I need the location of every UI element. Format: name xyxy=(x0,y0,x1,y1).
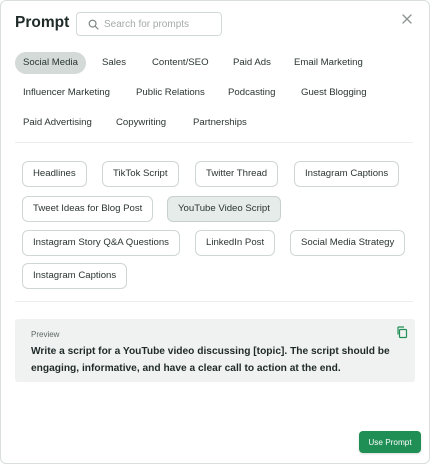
template-instagram-story-qa[interactable]: Instagram Story Q&A Questions xyxy=(22,230,180,256)
search-icon xyxy=(88,19,99,30)
template-instagram-captions[interactable]: Instagram Captions xyxy=(294,161,400,187)
search-input[interactable] xyxy=(104,14,218,34)
category-public-relations[interactable]: Public Relations xyxy=(128,82,213,104)
modal-header: Prompt xyxy=(15,12,417,36)
category-row: Influencer Marketing Public Relations Po… xyxy=(15,82,415,112)
template-linkedin-post[interactable]: LinkedIn Post xyxy=(195,230,276,256)
category-row: Social Media Sales Content/SEO Paid Ads … xyxy=(15,52,415,82)
category-social-media[interactable]: Social Media xyxy=(15,52,86,74)
template-twitter-thread[interactable]: Twitter Thread xyxy=(195,161,279,187)
use-prompt-button[interactable]: Use Prompt xyxy=(359,431,421,453)
search-box[interactable] xyxy=(76,12,222,36)
template-social-media-strategy[interactable]: Social Media Strategy xyxy=(290,230,406,256)
category-row: Paid Advertising Copywriting Partnership… xyxy=(15,112,415,142)
preview-label: Preview xyxy=(31,330,60,339)
divider xyxy=(15,301,413,302)
category-sales[interactable]: Sales xyxy=(94,52,134,74)
category-influencer-marketing[interactable]: Influencer Marketing xyxy=(15,82,118,104)
divider xyxy=(15,142,413,143)
template-tiktok-script[interactable]: TikTok Script xyxy=(102,161,179,187)
template-instagram-captions-2[interactable]: Instagram Captions xyxy=(22,263,128,289)
prompt-modal: Prompt Social Media Sales Content/SEO Pa… xyxy=(0,0,430,464)
modal-title: Prompt xyxy=(15,14,70,31)
category-list: Social Media Sales Content/SEO Paid Ads … xyxy=(15,52,415,142)
template-headlines[interactable]: Headlines xyxy=(22,161,87,187)
category-copywriting[interactable]: Copywriting xyxy=(108,112,174,134)
copy-icon[interactable] xyxy=(395,325,409,339)
preview-text: Write a script for a YouTube video discu… xyxy=(31,346,390,374)
template-tweet-ideas[interactable]: Tweet Ideas for Blog Post xyxy=(22,196,154,222)
category-partnerships[interactable]: Partnerships xyxy=(185,112,255,134)
category-podcasting[interactable]: Podcasting xyxy=(220,82,283,104)
category-guest-blogging[interactable]: Guest Blogging xyxy=(293,82,375,104)
category-content-seo[interactable]: Content/SEO xyxy=(144,52,217,74)
close-icon[interactable] xyxy=(400,12,414,26)
preview-panel: Preview Write a script for a YouTube vid… xyxy=(15,319,415,382)
category-paid-ads[interactable]: Paid Ads xyxy=(225,52,279,74)
category-email-marketing[interactable]: Email Marketing xyxy=(286,52,371,74)
category-paid-advertising[interactable]: Paid Advertising xyxy=(15,112,100,134)
template-youtube-video-script[interactable]: YouTube Video Script xyxy=(167,196,281,222)
